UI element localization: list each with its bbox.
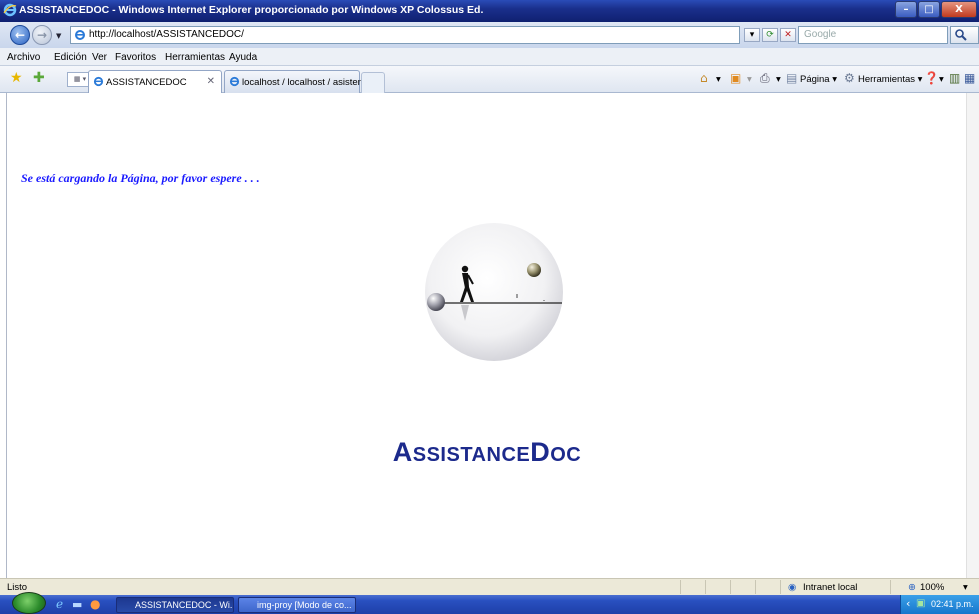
zoom-icon: ⊕ <box>908 582 916 593</box>
tab-localhost[interactable]: localhost / localhost / asisten... <box>224 70 371 93</box>
quicklaunch-firefox-icon[interactable]: ● <box>90 597 100 611</box>
refresh-button[interactable]: ⟳ <box>762 28 778 42</box>
clock[interactable]: 02:41 p.m. <box>931 599 974 609</box>
tab-bar: ★ ✚ ▦ ▾ ASSISTANCEDOC ✕ localhost / loca… <box>0 66 979 93</box>
feeds-dropdown-icon[interactable]: ▾ <box>747 74 752 85</box>
page-menu-label: Página <box>800 74 830 85</box>
brand-end: OC <box>550 444 582 466</box>
brand-title: ASSISTANCEDOC <box>7 437 967 468</box>
loading-message: Se está cargando la Página, por favor es… <box>21 171 260 185</box>
research-icon[interactable]: ▥ <box>949 72 960 84</box>
home-dropdown-icon[interactable]: ▾ <box>716 74 721 85</box>
status-bar: Listo ◉ Intranet local ⊕ 100% ▾ <box>0 578 979 595</box>
internet-explorer-icon <box>3 3 17 17</box>
tab-ie-icon <box>93 76 104 87</box>
search-input[interactable]: Google <box>798 26 948 44</box>
security-zone-label: Intranet local <box>803 582 858 593</box>
minimize-button[interactable]: – <box>895 1 917 18</box>
vertical-scrollbar[interactable] <box>966 93 979 578</box>
forward-button[interactable]: → <box>32 25 52 45</box>
tools-menu-label: Herramientas <box>858 74 916 85</box>
page-favicon-icon <box>75 30 85 40</box>
system-tray: ‹ ▣ 02:41 p.m. <box>900 595 979 614</box>
print-dropdown-icon[interactable]: ▾ <box>776 74 781 85</box>
back-button[interactable]: ← <box>10 25 30 45</box>
taskbar-item-assistancedoc[interactable]: ASSISTANCEDOC - Wi... <box>116 597 234 613</box>
brand-initial-a: A <box>392 437 413 467</box>
brand-initial-d: D <box>530 437 551 467</box>
page-menu[interactable]: Página ▾ <box>800 74 837 85</box>
assistancedoc-logo <box>425 223 563 361</box>
intranet-zone-icon: ◉ <box>788 582 797 593</box>
brand-middle: SSISTANCE <box>412 444 531 466</box>
tab-assistancedoc[interactable]: ASSISTANCEDOC ✕ <box>88 70 222 93</box>
history-dropdown-icon[interactable]: ▼ <box>56 32 61 40</box>
help-icon[interactable]: ❓ <box>924 72 939 84</box>
tab-label: ASSISTANCEDOC <box>106 77 187 88</box>
messenger-icon[interactable]: ▦ <box>964 72 975 84</box>
tools-gear-icon: ⚙ <box>844 71 855 85</box>
add-favorite-icon[interactable]: ✚ <box>33 71 45 85</box>
address-dropdown-button[interactable]: ▾ <box>744 28 760 42</box>
zoom-dropdown-icon[interactable]: ▾ <box>963 582 968 593</box>
feeds-icon[interactable]: ▣ <box>730 72 741 84</box>
home-icon[interactable]: ⌂ <box>700 72 708 84</box>
network-icon[interactable]: ▣ <box>916 598 925 609</box>
print-icon[interactable]: ⎙ <box>760 72 770 84</box>
windows-taskbar: ℯ ▬ ● ASSISTANCEDOC - Wi... img-proy [Mo… <box>0 592 979 614</box>
new-tab-button[interactable] <box>361 72 385 93</box>
help-dropdown-icon[interactable]: ▾ <box>939 74 944 85</box>
address-toolbar: ← → ▼ http://localhost/ASSISTANCEDOC/ ▾ … <box>0 22 979 48</box>
tray-chevron-icon[interactable]: ‹ <box>906 597 910 610</box>
window-title: ASSISTANCEDOC - Windows Internet Explore… <box>19 4 484 16</box>
taskbar-item-img-proy[interactable]: img-proy [Modo de co... <box>238 597 356 613</box>
menu-favoritos[interactable]: Favoritos <box>115 52 156 63</box>
start-button[interactable] <box>12 592 46 614</box>
stop-button[interactable]: ✕ <box>780 28 796 42</box>
tab-label: localhost / localhost / asisten... <box>242 77 371 88</box>
menu-bar: Archivo Edición Ver Favoritos Herramient… <box>0 48 979 66</box>
tools-menu[interactable]: Herramientas ▾ <box>858 74 922 85</box>
menu-edicion[interactable]: Edición <box>54 52 87 63</box>
taskbar-item-label: img-proy [Modo de co... <box>257 600 352 610</box>
menu-archivo[interactable]: Archivo <box>7 52 40 63</box>
zoom-level[interactable]: 100% <box>920 582 944 593</box>
menu-ver[interactable]: Ver <box>92 52 107 63</box>
search-icon <box>955 29 967 41</box>
title-bar: ASSISTANCEDOC - Windows Internet Explore… <box>0 0 979 22</box>
close-window-button[interactable]: X <box>941 1 977 18</box>
page-icon: ▤ <box>786 71 798 85</box>
taskbar-item-label: ASSISTANCEDOC - Wi... <box>135 600 234 610</box>
tab-ie-icon <box>229 76 240 87</box>
maximize-button[interactable]: □ <box>918 1 940 18</box>
menu-herramientas[interactable]: Herramientas <box>165 52 225 63</box>
page-content: Se está cargando la Página, por favor es… <box>6 93 966 578</box>
quicklaunch-desktop-icon[interactable]: ▬ <box>72 598 82 611</box>
menu-ayuda[interactable]: Ayuda <box>229 52 257 63</box>
favorites-star-icon[interactable]: ★ <box>10 71 23 85</box>
address-input[interactable]: http://localhost/ASSISTANCEDOC/ <box>70 26 740 44</box>
address-url: http://localhost/ASSISTANCEDOC/ <box>89 29 244 40</box>
search-button[interactable] <box>950 26 979 44</box>
quicklaunch-ie-icon[interactable]: ℯ <box>56 597 63 611</box>
close-tab-icon[interactable]: ✕ <box>207 76 215 87</box>
